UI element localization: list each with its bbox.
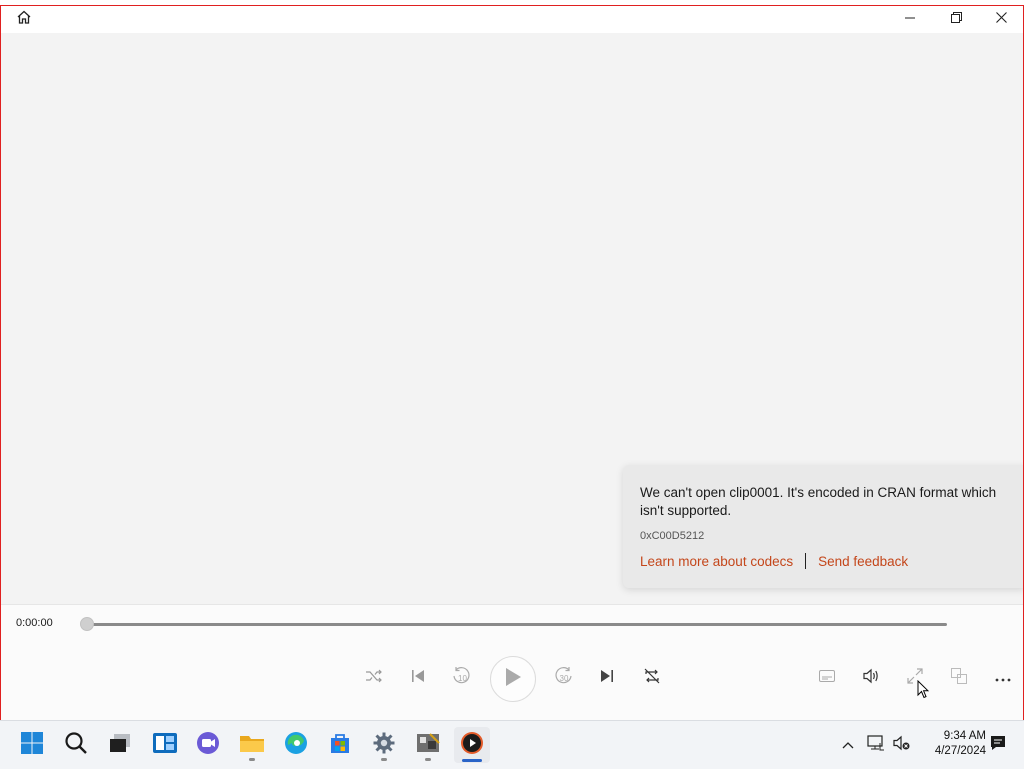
running-indicator bbox=[249, 758, 255, 761]
restore-button[interactable] bbox=[933, 6, 979, 32]
start-icon bbox=[20, 731, 44, 760]
send-feedback-link[interactable]: Send feedback bbox=[818, 554, 908, 569]
forward-30-label: 30 bbox=[560, 674, 569, 683]
next-button[interactable] bbox=[591, 662, 623, 694]
volume-icon bbox=[862, 668, 880, 689]
subtitles-button[interactable] bbox=[811, 662, 843, 694]
rewind-10-button[interactable]: 10 bbox=[445, 662, 477, 694]
playback-controls: 0:00:00 10 30 bbox=[1, 604, 1023, 722]
shuffle-button[interactable] bbox=[358, 662, 390, 694]
forward-30-icon: 30 bbox=[554, 666, 574, 691]
rewind-10-icon: 10 bbox=[451, 666, 471, 691]
seek-thumb[interactable] bbox=[80, 617, 94, 631]
task-view-icon bbox=[108, 732, 132, 759]
clock-time: 9:34 AM bbox=[943, 730, 986, 742]
start-button[interactable] bbox=[14, 727, 50, 763]
task-view-button[interactable] bbox=[102, 727, 138, 763]
toast-links: Learn more about codecs Send feedback bbox=[640, 553, 908, 569]
mouse-cursor-icon bbox=[917, 679, 930, 704]
pinned-app-button[interactable] bbox=[410, 727, 446, 763]
search-button[interactable] bbox=[58, 727, 94, 763]
home-button[interactable] bbox=[13, 8, 35, 30]
running-indicator bbox=[425, 758, 431, 761]
volume-tray-button[interactable] bbox=[890, 727, 914, 763]
chat-icon bbox=[196, 731, 220, 760]
restore-icon bbox=[950, 10, 962, 28]
store-icon bbox=[328, 731, 352, 760]
chat-button[interactable] bbox=[190, 727, 226, 763]
play-button[interactable] bbox=[490, 656, 536, 702]
app-icon bbox=[416, 731, 440, 760]
notification-icon bbox=[989, 734, 1007, 757]
error-message: We can't open clip0001. It's encoded in … bbox=[640, 485, 997, 518]
rewind-10-label: 10 bbox=[458, 674, 467, 683]
subtitles-icon bbox=[819, 669, 835, 687]
speaker-muted-icon bbox=[893, 735, 911, 756]
title-bar bbox=[1, 6, 1023, 33]
close-button[interactable] bbox=[978, 6, 1023, 32]
home-icon bbox=[16, 9, 32, 30]
clock[interactable]: 9:34 AM 4/27/2024 bbox=[920, 729, 986, 759]
media-player-taskbar-button[interactable] bbox=[454, 727, 490, 763]
close-icon bbox=[995, 10, 1007, 28]
taskbar: 9:34 AM 4/27/2024 bbox=[0, 720, 1024, 769]
mini-player-button[interactable] bbox=[943, 662, 975, 694]
forward-30-button[interactable]: 30 bbox=[548, 662, 580, 694]
previous-icon bbox=[411, 669, 425, 688]
previous-button[interactable] bbox=[402, 662, 434, 694]
shuffle-icon bbox=[365, 669, 383, 688]
edge-icon bbox=[284, 731, 308, 760]
search-icon bbox=[64, 731, 88, 760]
network-button[interactable] bbox=[864, 727, 888, 763]
volume-button[interactable] bbox=[855, 662, 887, 694]
widgets-icon bbox=[152, 732, 178, 759]
file-explorer-icon bbox=[239, 732, 265, 759]
more-options-button[interactable] bbox=[987, 662, 1019, 694]
clock-date: 4/27/2024 bbox=[934, 745, 986, 757]
error-notification: We can't open clip0001. It's encoded in … bbox=[623, 465, 1023, 588]
network-icon bbox=[867, 734, 885, 756]
running-indicator bbox=[381, 758, 387, 761]
edge-button[interactable] bbox=[278, 727, 314, 763]
current-time: 0:00:00 bbox=[16, 617, 53, 629]
more-icon bbox=[995, 669, 1011, 687]
media-player-window: We can't open clip0001. It's encoded in … bbox=[0, 5, 1024, 764]
media-player-icon bbox=[460, 731, 484, 760]
file-explorer-button[interactable] bbox=[234, 727, 270, 763]
link-separator bbox=[805, 553, 807, 569]
show-hidden-icons-button[interactable] bbox=[836, 727, 860, 763]
widgets-button[interactable] bbox=[147, 727, 183, 763]
notifications-button[interactable] bbox=[986, 727, 1010, 763]
play-icon bbox=[504, 667, 522, 692]
mini-player-icon bbox=[951, 667, 967, 689]
minimize-icon bbox=[905, 10, 915, 28]
repeat-icon bbox=[643, 668, 661, 689]
repeat-button[interactable] bbox=[636, 662, 668, 694]
error-code: 0xC00D5212 bbox=[640, 530, 705, 542]
minimize-button[interactable] bbox=[887, 6, 933, 32]
active-indicator bbox=[462, 759, 482, 762]
next-icon bbox=[600, 669, 614, 688]
settings-icon bbox=[372, 731, 396, 760]
learn-more-codecs-link[interactable]: Learn more about codecs bbox=[640, 554, 793, 569]
settings-button[interactable] bbox=[366, 727, 402, 763]
chevron-up-icon bbox=[842, 736, 854, 754]
store-button[interactable] bbox=[322, 727, 358, 763]
seek-bar[interactable] bbox=[86, 623, 947, 626]
